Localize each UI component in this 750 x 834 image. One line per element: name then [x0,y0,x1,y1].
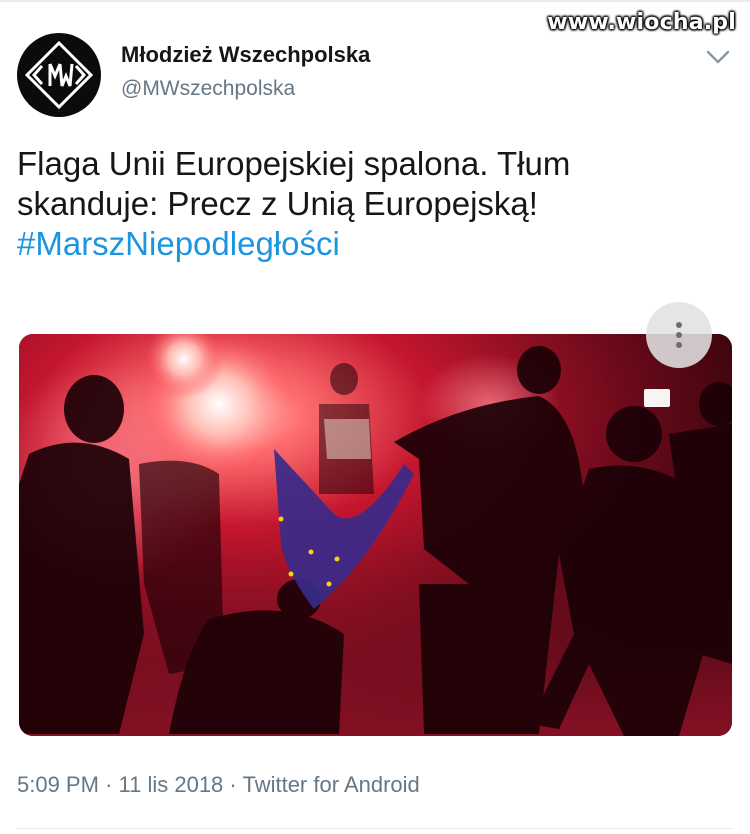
author-block[interactable]: Młodzież Wszechpolska @MWszechpolska [121,42,370,101]
photo-image [19,334,732,736]
hashtag-link[interactable]: #MarszNiepodległości [17,224,717,264]
meta-separator: · [229,772,243,797]
handle[interactable]: @MWszechpolska [121,77,370,101]
tweet-date[interactable]: 11 lis 2018 [119,772,224,797]
bottom-divider [17,828,733,829]
more-vertical-icon [676,342,682,348]
tweet-photo[interactable] [19,334,732,736]
tweet-text-line: Flaga Unii Europejskiej spalona. Tłum [17,145,571,182]
more-vertical-icon [676,332,682,338]
tweet-header: Młodzież Wszechpolska @MWszechpolska [17,33,733,117]
meta-separator: · [105,772,119,797]
avatar[interactable] [17,33,101,117]
display-name[interactable]: Młodzież Wszechpolska [121,42,370,68]
tweet-text: Flaga Unii Europejskiej spalona. Tłum sk… [17,144,717,264]
tweet-source[interactable]: Twitter for Android [242,772,419,797]
tweet-meta: 5:09 PM · 11 lis 2018 · Twitter for Andr… [17,772,420,798]
mw-logo-icon [24,40,94,110]
top-divider [0,0,750,2]
more-vertical-icon [676,322,682,328]
photo-more-button[interactable] [646,302,712,368]
tweet-time[interactable]: 5:09 PM [17,772,99,797]
chevron-down-icon[interactable] [705,48,731,66]
tweet-text-line: skanduje: Precz z Unią Europejską! [17,185,538,222]
watermark: www.wiocha.pl [547,10,736,35]
